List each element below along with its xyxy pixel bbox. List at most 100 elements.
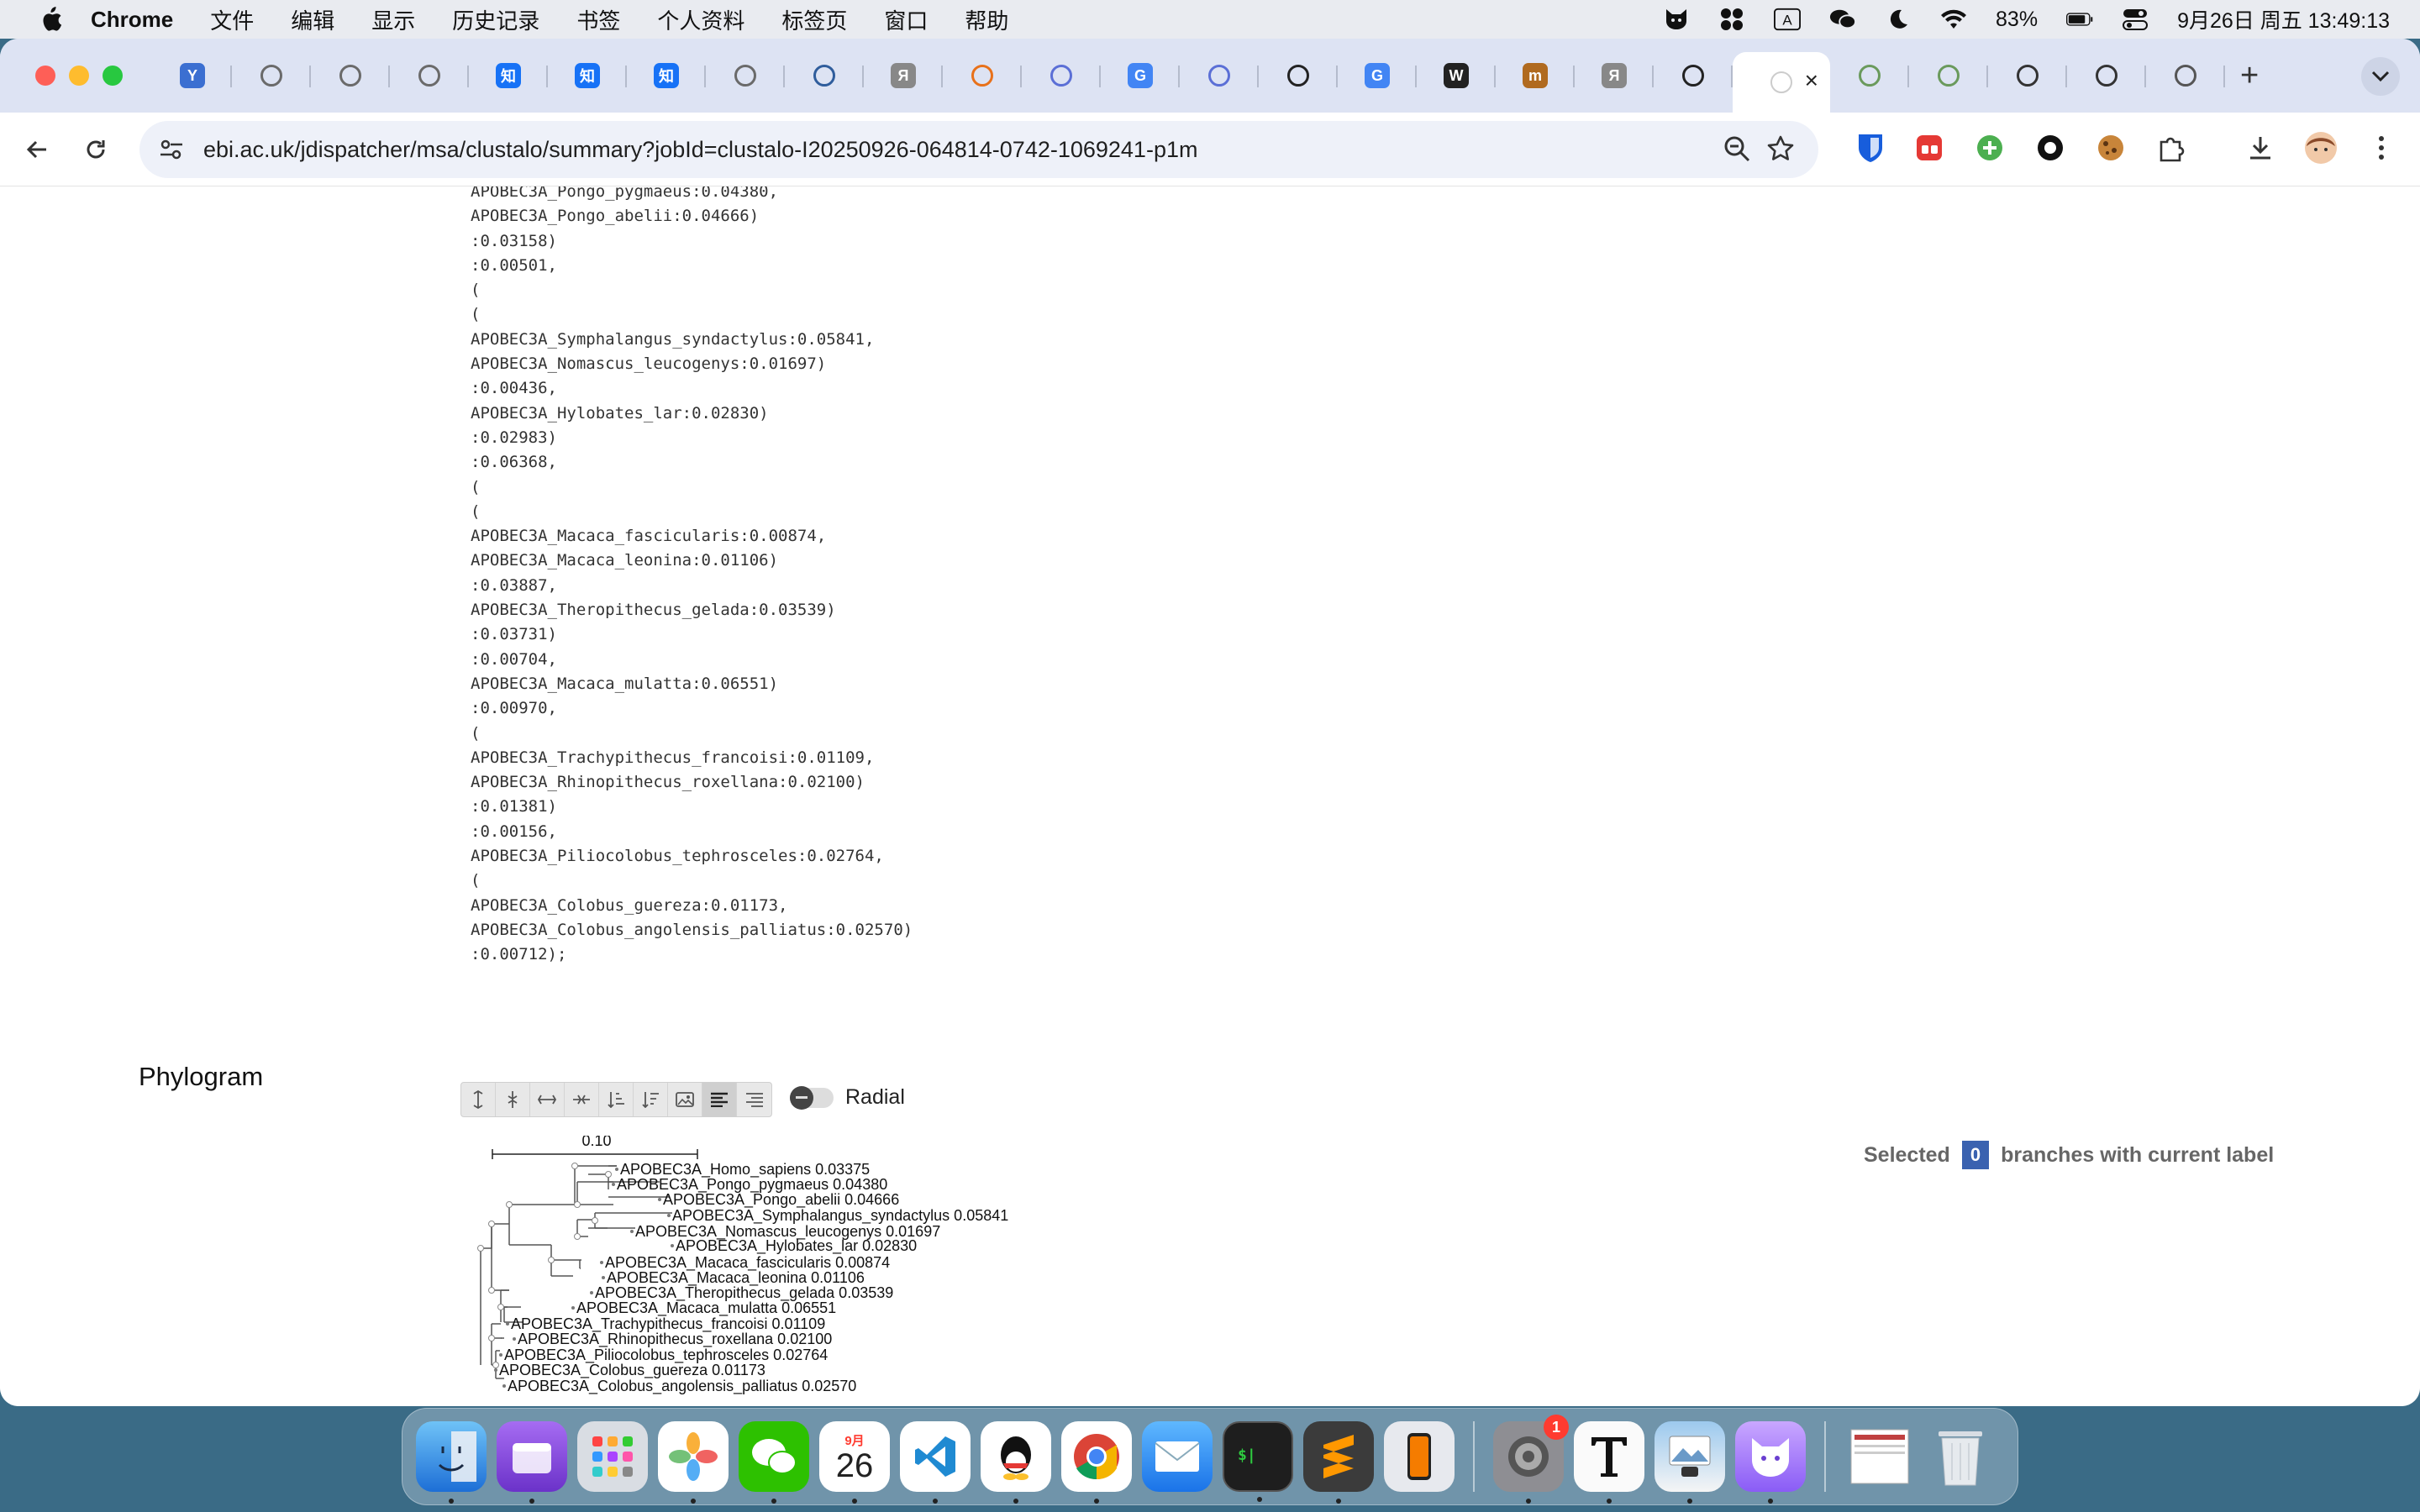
browser-tab[interactable]: 知 bbox=[469, 50, 548, 101]
tree-leaf-node[interactable] bbox=[630, 1230, 634, 1233]
wifi-icon[interactable] bbox=[1940, 8, 1967, 31]
command-status-icon[interactable] bbox=[1718, 8, 1745, 31]
trash-icon[interactable] bbox=[1925, 1421, 1996, 1492]
tree-leaf-node[interactable] bbox=[502, 1384, 506, 1388]
browser-tab[interactable] bbox=[1180, 50, 1259, 101]
tree-internal-node[interactable] bbox=[488, 1221, 495, 1227]
radial-switch[interactable] bbox=[790, 1085, 834, 1110]
tree-internal-node[interactable] bbox=[477, 1245, 484, 1252]
browser-tab[interactable] bbox=[1259, 50, 1338, 101]
tree-internal-node[interactable] bbox=[506, 1201, 513, 1208]
system-settings-icon[interactable]: 1 bbox=[1493, 1415, 1569, 1504]
phylogram-tree[interactable]: 0.10 APOBEC3A_Homo_sapiens 0.03375APOBEC… bbox=[471, 1136, 1076, 1406]
zoom-icon[interactable] bbox=[1723, 134, 1751, 167]
minimize-window-button[interactable] bbox=[69, 66, 89, 86]
browser-tab[interactable]: Я bbox=[864, 50, 943, 101]
tree-internal-node[interactable] bbox=[571, 1163, 578, 1169]
cat-icon[interactable] bbox=[1735, 1421, 1806, 1504]
address-bar[interactable]: ebi.ac.uk/jdispatcher/msa/clustalo/summa… bbox=[139, 121, 1818, 178]
new-tab-button[interactable]: + bbox=[2240, 58, 2259, 94]
tab-search-button[interactable] bbox=[2361, 57, 2400, 96]
wechat-status-icon[interactable] bbox=[1829, 8, 1857, 31]
tree-leaf-node[interactable] bbox=[513, 1337, 516, 1341]
browser-tab[interactable] bbox=[1830, 50, 1909, 101]
url-text[interactable]: ebi.ac.uk/jdispatcher/msa/clustalo/summa… bbox=[203, 137, 1197, 163]
circle-extension-icon[interactable] bbox=[2032, 129, 2069, 166]
browser-tab[interactable]: Я bbox=[1575, 50, 1654, 101]
compress-vertical-button[interactable] bbox=[496, 1083, 530, 1116]
browser-tab[interactable] bbox=[311, 50, 390, 101]
cookie-extension-icon[interactable] bbox=[2092, 129, 2129, 166]
browser-tab[interactable] bbox=[2146, 50, 2225, 101]
radial-toggle[interactable]: Radial bbox=[790, 1085, 905, 1110]
puzzle-extensions-icon[interactable] bbox=[2153, 129, 2190, 166]
tree-leaf-label[interactable]: APOBEC3A_Colobus_angolensis_palliatus 0.… bbox=[508, 1378, 856, 1395]
chrome-icon[interactable] bbox=[1061, 1421, 1132, 1504]
browser-tab[interactable] bbox=[785, 50, 864, 101]
menu-window[interactable]: 窗口 bbox=[884, 4, 928, 35]
align-left-button[interactable] bbox=[702, 1083, 737, 1116]
expand-horizontal-button[interactable] bbox=[530, 1083, 565, 1116]
compress-horizontal-button[interactable] bbox=[565, 1083, 599, 1116]
iphone-mirroring-icon[interactable] bbox=[1384, 1421, 1455, 1492]
sort-descending-button[interactable] bbox=[634, 1083, 668, 1116]
tree-leaf-node[interactable] bbox=[494, 1368, 497, 1372]
tree-leaf-node[interactable] bbox=[615, 1168, 618, 1171]
menu-profiles[interactable]: 个人资料 bbox=[657, 4, 744, 35]
browser-tab[interactable] bbox=[706, 50, 785, 101]
profile-avatar[interactable] bbox=[2302, 129, 2339, 166]
browser-tab[interactable]: 知 bbox=[548, 50, 627, 101]
preview-icon[interactable] bbox=[1655, 1421, 1725, 1504]
bitwarden-extension-icon[interactable] bbox=[1852, 129, 1889, 166]
tree-leaf-label[interactable]: APOBEC3A_Pongo_abelii 0.04666 bbox=[663, 1191, 899, 1209]
sort-ascending-button[interactable] bbox=[599, 1083, 634, 1116]
menu-bookmarks[interactable]: 书签 bbox=[576, 4, 620, 35]
close-window-button[interactable] bbox=[35, 66, 55, 86]
tree-internal-node[interactable] bbox=[605, 1171, 612, 1178]
browser-tab[interactable]: m bbox=[1496, 50, 1575, 101]
qq-icon[interactable] bbox=[981, 1421, 1051, 1504]
menu-tab[interactable]: 标签页 bbox=[781, 4, 847, 35]
download-icon[interactable] bbox=[2242, 129, 2279, 166]
menu-clock[interactable]: 9月26日 周五 13:49:13 bbox=[2177, 4, 2390, 34]
downloads-stack-icon[interactable] bbox=[1844, 1421, 1915, 1492]
back-button[interactable] bbox=[17, 129, 57, 170]
menu-view[interactable]: 显示 bbox=[371, 4, 415, 35]
red-extension-icon[interactable] bbox=[1911, 129, 1948, 166]
browser-tab[interactable] bbox=[1909, 50, 1988, 101]
control-center-icon[interactable] bbox=[2122, 8, 2149, 31]
browser-tab[interactable]: G bbox=[1338, 50, 1417, 101]
menu-edit[interactable]: 编辑 bbox=[291, 4, 334, 35]
tree-leaf-node[interactable] bbox=[667, 1214, 671, 1217]
typora-icon[interactable] bbox=[1574, 1421, 1644, 1504]
tree-leaf-node[interactable] bbox=[602, 1276, 605, 1279]
wechat-icon[interactable] bbox=[739, 1421, 809, 1504]
battery-icon[interactable] bbox=[2066, 8, 2093, 31]
tree-leaf-node[interactable] bbox=[499, 1353, 502, 1357]
apple-menu-icon[interactable] bbox=[34, 6, 67, 33]
bookmark-star-icon[interactable] bbox=[1766, 134, 1795, 167]
launchpad-icon[interactable] bbox=[577, 1421, 648, 1492]
tree-internal-node[interactable] bbox=[497, 1304, 504, 1310]
tasks-icon[interactable] bbox=[497, 1421, 567, 1504]
browser-tab[interactable] bbox=[1654, 50, 1733, 101]
browser-tab[interactable] bbox=[2067, 50, 2146, 101]
browser-tab[interactable]: W bbox=[1417, 50, 1496, 101]
tree-internal-node[interactable] bbox=[488, 1335, 495, 1341]
tree-leaf-node[interactable] bbox=[600, 1261, 603, 1264]
tree-leaf-label[interactable]: APOBEC3A_Rhinopithecus_roxellana 0.02100 bbox=[518, 1331, 832, 1348]
tree-leaf-label[interactable]: APOBEC3A_Macaca_mulatta 0.06551 bbox=[576, 1299, 836, 1317]
tab-active-clustalo[interactable]: × bbox=[1733, 52, 1830, 113]
vscode-icon[interactable] bbox=[900, 1421, 971, 1504]
tree-leaf-node[interactable] bbox=[671, 1244, 674, 1247]
tree-internal-node[interactable] bbox=[574, 1201, 581, 1208]
reload-button[interactable] bbox=[76, 129, 116, 170]
site-info-icon[interactable] bbox=[158, 136, 185, 167]
photos-icon[interactable] bbox=[658, 1421, 729, 1504]
close-tab-icon[interactable]: × bbox=[1805, 67, 1818, 94]
menu-app-name[interactable]: Chrome bbox=[91, 7, 173, 33]
browser-tab[interactable]: Y bbox=[153, 50, 232, 101]
browser-tab[interactable]: G bbox=[1101, 50, 1180, 101]
mail-icon[interactable] bbox=[1142, 1421, 1213, 1492]
sublime-icon[interactable] bbox=[1303, 1421, 1374, 1504]
